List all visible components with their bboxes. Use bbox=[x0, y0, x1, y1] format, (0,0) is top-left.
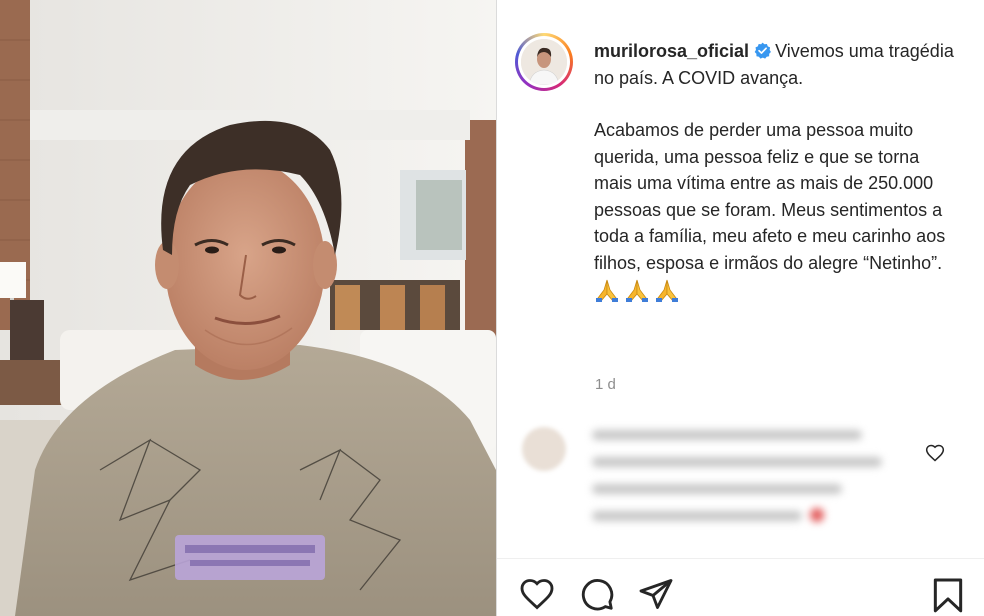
avatar-border bbox=[518, 36, 570, 88]
share-paper-plane-icon[interactable] bbox=[637, 576, 675, 612]
username-link[interactable]: murilorosa_oficial bbox=[594, 41, 749, 61]
avatar-person-icon bbox=[521, 39, 567, 85]
profile-avatar[interactable] bbox=[515, 33, 573, 91]
comment-like-heart-icon[interactable] bbox=[925, 443, 945, 463]
verified-badge-icon bbox=[754, 42, 771, 59]
comment-icon[interactable] bbox=[578, 576, 616, 612]
like-heart-icon[interactable] bbox=[518, 576, 556, 612]
blurred-comment bbox=[592, 430, 892, 542]
post-media[interactable] bbox=[0, 0, 496, 616]
praying-hands-icon bbox=[626, 279, 648, 302]
avatar-photo bbox=[521, 39, 567, 85]
caption-second-paragraph: Acabamos de perder uma pessoa muito quer… bbox=[594, 117, 954, 310]
praying-hands-icon bbox=[596, 279, 618, 302]
post-timestamp[interactable]: 1 d bbox=[595, 376, 616, 393]
caption-first-paragraph: murilorosa_oficial Vivemos uma tragédia … bbox=[594, 38, 954, 91]
praying-hands-emoji bbox=[594, 278, 680, 302]
commenter-avatar[interactable] bbox=[522, 427, 566, 471]
praying-hands-icon bbox=[656, 279, 678, 302]
caption-line-2: Acabamos de perder uma pessoa muito quer… bbox=[594, 120, 946, 273]
video-frame-image bbox=[0, 0, 496, 616]
actions-divider bbox=[497, 558, 984, 559]
heart-emoji-icon bbox=[810, 508, 824, 522]
post-caption: murilorosa_oficial Vivemos uma tragédia … bbox=[594, 38, 954, 310]
save-bookmark-icon[interactable] bbox=[929, 576, 967, 614]
